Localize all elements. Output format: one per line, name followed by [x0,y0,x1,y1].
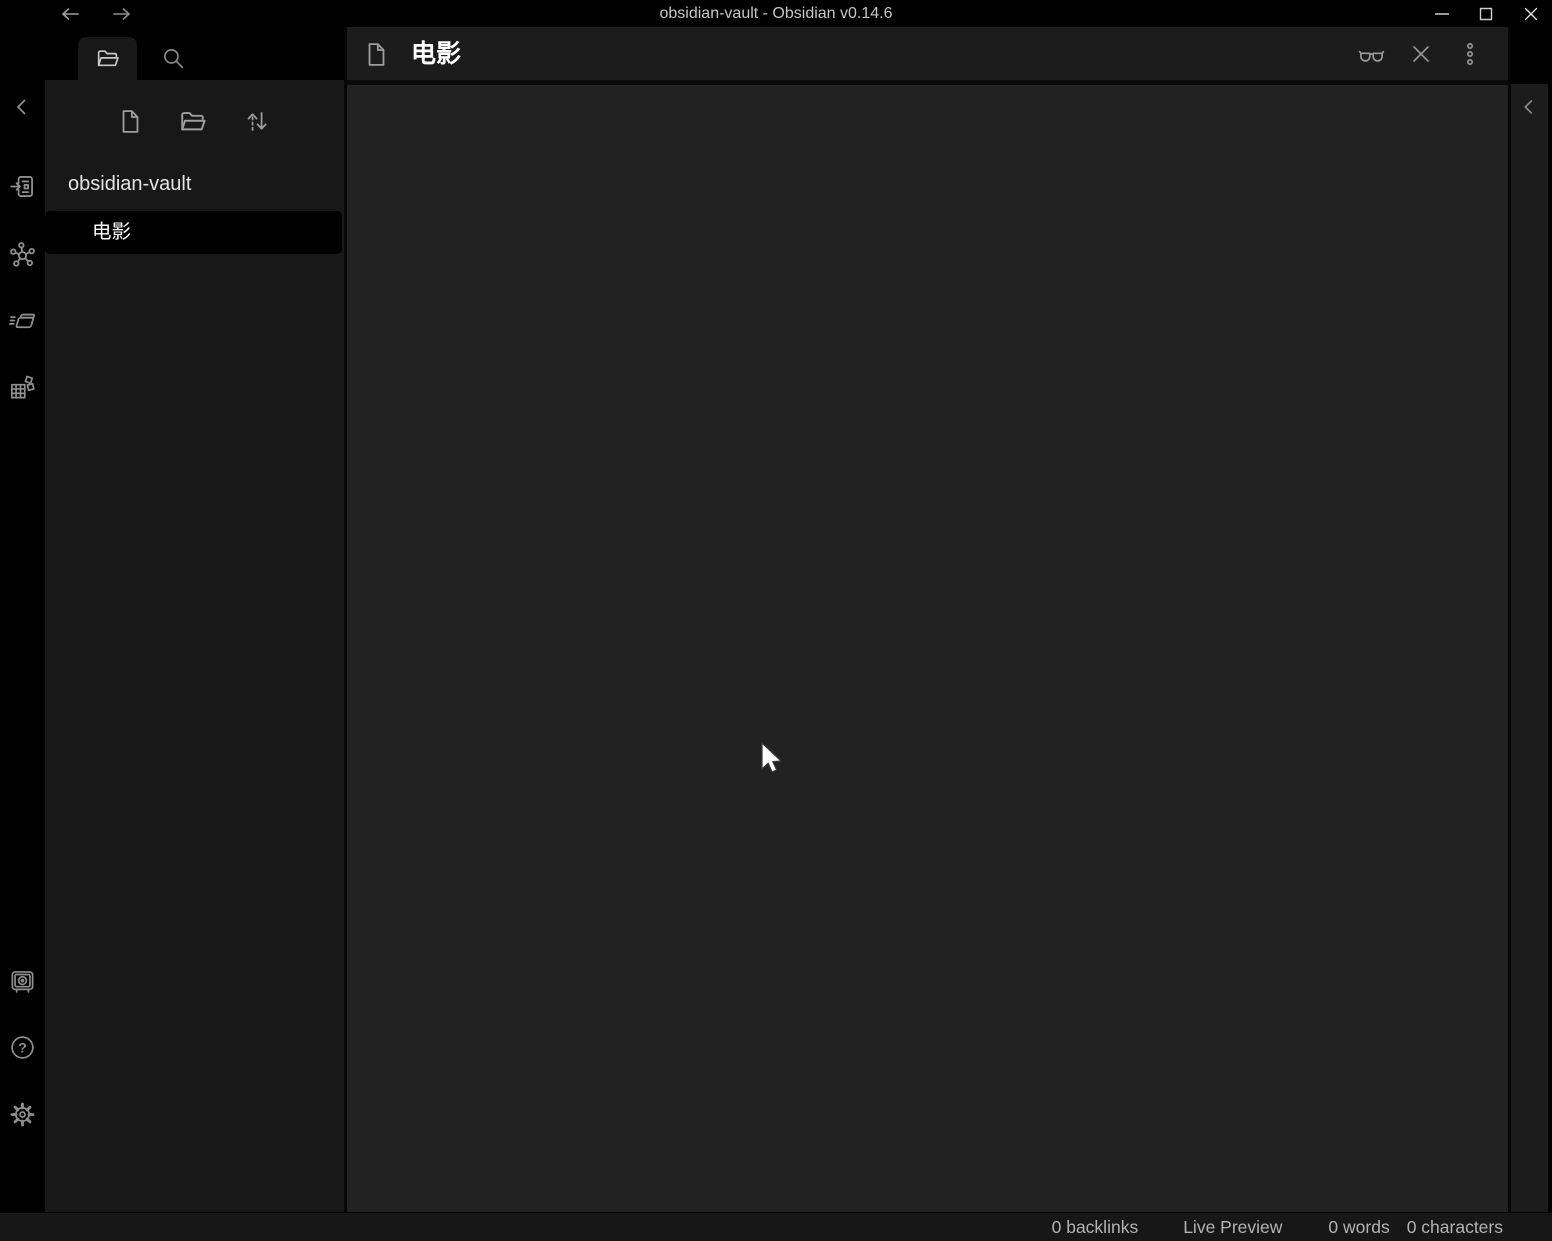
right-sidebar-collapsed [1511,27,1548,1212]
file-item-label: 电影 [92,221,131,243]
maximize-button[interactable] [1469,0,1503,27]
editor-content[interactable] [347,85,1508,1212]
blocks-button[interactable] [4,369,40,405]
left-ribbon: ? [0,27,45,1212]
minimize-button[interactable] [1425,0,1459,27]
more-options-icon [1457,41,1483,67]
titlebar: obsidian-vault - Obsidian v0.14.6 [0,0,1552,27]
minimize-icon [1434,6,1450,22]
history-back-button[interactable] [56,0,84,27]
folder-icon [95,46,120,71]
backlinks-count[interactable]: 0 backlinks [1052,1217,1139,1238]
close-tab-button[interactable] [1402,35,1440,73]
new-folder-icon [178,107,207,136]
editor-pane: 电影 [347,27,1508,1212]
file-explorer-panel: obsidian-vault 电影 [45,27,344,1212]
note-tab[interactable] [357,35,395,73]
vault-safe-icon [9,968,36,995]
obsidian-window: obsidian-vault - Obsidian v0.14.6 [0,0,1552,1241]
reading-view-button[interactable] [1352,35,1390,73]
close-icon [1523,6,1539,22]
quick-switcher-icon [9,173,36,200]
sidebar-tab-strip [45,27,344,80]
word-count: 0 words [1328,1217,1389,1238]
status-bar: 0 backlinks Live Preview 0 words 0 chara… [0,1212,1552,1241]
help-icon: ? [9,1034,36,1061]
sort-order-button[interactable] [239,104,273,138]
search-icon [161,46,186,71]
expand-right-sidebar-button[interactable] [1513,91,1545,123]
tab-file-explorer[interactable] [78,37,137,80]
quick-switcher-button[interactable] [4,168,40,204]
document-icon [363,41,390,68]
settings-button[interactable] [4,1096,40,1132]
graph-view-button[interactable] [4,236,40,272]
question-mark-glyph: ? [18,1039,27,1055]
chevron-left-icon [1518,96,1540,118]
editor-tab-header: 电影 [347,27,1508,80]
file-item-selected[interactable]: 电影 [45,211,342,254]
command-palette-icon [9,307,36,334]
right-sidebar-tabstrip [1511,27,1548,84]
arrow-left-icon [58,6,82,22]
chevron-left-icon [10,95,34,119]
new-note-icon [117,108,144,135]
character-count: 0 characters [1407,1217,1503,1238]
open-vault-button[interactable] [4,963,40,999]
settings-gear-icon [9,1101,36,1128]
vault-title[interactable]: obsidian-vault [68,173,191,196]
maximize-icon [1478,6,1494,22]
note-title[interactable]: 电影 [411,27,461,80]
view-mode-indicator[interactable]: Live Preview [1183,1217,1282,1238]
arrow-right-icon [110,6,134,22]
help-button[interactable]: ? [4,1029,40,1065]
sort-order-icon [243,108,270,135]
history-forward-button[interactable] [108,0,136,27]
reading-glasses-icon [1357,40,1386,69]
window-right-edge [1548,27,1552,1212]
tab-search[interactable] [148,37,198,80]
more-options-button[interactable] [1451,35,1489,73]
new-note-button[interactable] [113,104,147,138]
command-palette-button[interactable] [4,302,40,338]
window-title: obsidian-vault - Obsidian v0.14.6 [0,0,1552,27]
blocks-grid-icon [9,374,36,401]
collapse-left-sidebar-button[interactable] [4,89,40,125]
close-window-button[interactable] [1513,0,1549,27]
mouse-cursor [760,742,790,776]
new-folder-button[interactable] [175,104,209,138]
graph-view-icon [9,241,36,268]
close-icon [1408,41,1434,67]
